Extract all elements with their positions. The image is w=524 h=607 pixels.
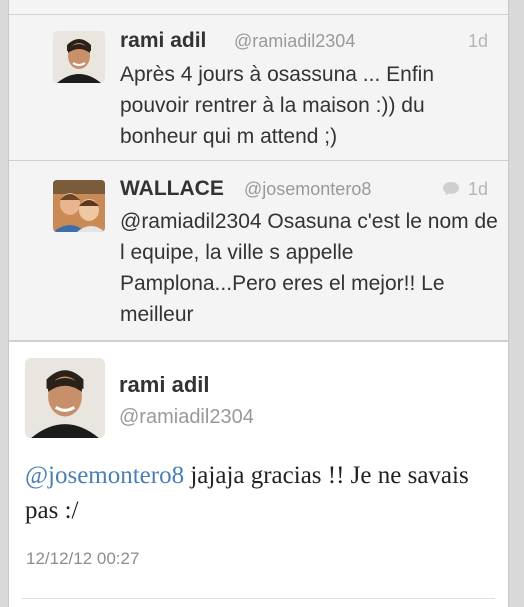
conversation-icon bbox=[443, 182, 459, 195]
user-handle[interactable]: @ramiadil2304 bbox=[119, 406, 254, 429]
tweet-timestamp: 12/12/12 00:27 bbox=[26, 549, 140, 568]
man-portrait-icon bbox=[53, 31, 105, 83]
tweet-time: 1d bbox=[467, 179, 488, 199]
tweet-detail: rami adil @ramiadil2304 @josemontero8 ja… bbox=[8, 341, 509, 607]
user-handle[interactable]: @ramiadil2304 bbox=[234, 31, 355, 52]
user-name[interactable]: rami adil bbox=[120, 29, 206, 53]
tweet-row[interactable]: rami adil @ramiadil2304 1d Après 4 jours… bbox=[9, 14, 508, 161]
children-photo-icon bbox=[53, 180, 105, 232]
mention-link[interactable]: @josemontero8 bbox=[25, 462, 184, 489]
tweet-time: 1d bbox=[467, 31, 488, 51]
user-avatar[interactable] bbox=[53, 180, 105, 232]
user-avatar[interactable] bbox=[25, 358, 105, 438]
tweet-text: Après 4 jours à osassuna ... Enfin pouvo… bbox=[120, 63, 435, 148]
user-handle[interactable]: @josemontero8 bbox=[244, 179, 371, 200]
divider bbox=[22, 598, 495, 599]
user-avatar[interactable] bbox=[53, 31, 105, 83]
tweet-row[interactable]: WALLACE @josemontero8 1d @ramiadil2304 O… bbox=[9, 161, 508, 341]
user-name[interactable]: WALLACE bbox=[120, 177, 224, 201]
man-portrait-icon bbox=[25, 358, 105, 438]
tweet-text: @josemontero8 jajaja gracias !! Je ne sa… bbox=[25, 458, 495, 528]
user-name[interactable]: rami adil bbox=[119, 372, 209, 398]
tweet-text: @ramiadil2304 Osasuna c'est le nom de l … bbox=[120, 210, 498, 326]
